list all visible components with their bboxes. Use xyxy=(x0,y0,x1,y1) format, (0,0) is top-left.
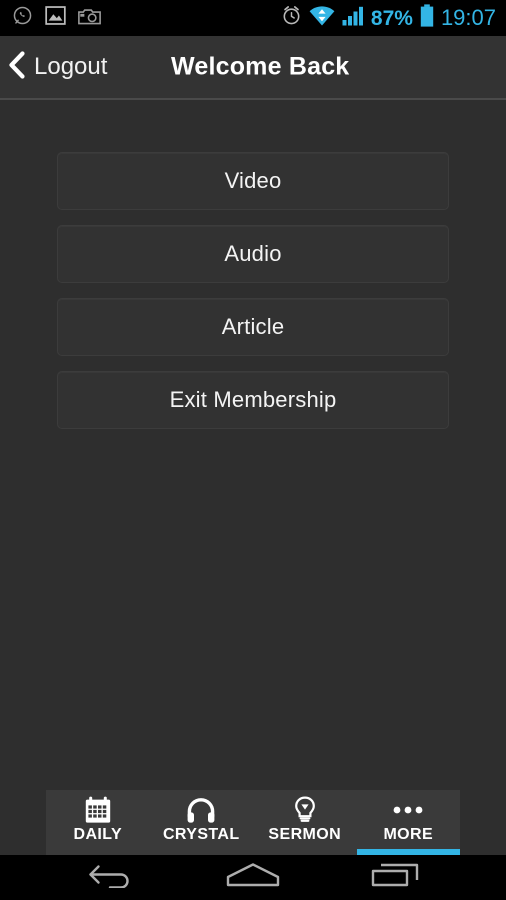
video-button-label: Video xyxy=(224,168,282,193)
bottom-tab-bar: DAILY CRYSTAL SERMON MORE xyxy=(46,790,460,855)
tab-sermon-label: SERMON xyxy=(268,826,342,843)
audio-button[interactable]: Audio xyxy=(57,225,449,283)
main-content: Video Audio Article Exit Membership xyxy=(0,100,506,770)
tab-daily-label: DAILY xyxy=(73,826,123,843)
logout-label: Logout xyxy=(34,53,108,80)
tab-crystal[interactable]: CRYSTAL xyxy=(150,790,254,855)
battery-full-icon xyxy=(420,4,434,32)
signal-bars-icon xyxy=(342,6,364,31)
exit-membership-button[interactable]: Exit Membership xyxy=(57,371,449,429)
nav-back-button[interactable] xyxy=(66,862,156,893)
status-bar-system: 87% 19:07 xyxy=(281,4,496,32)
gallery-icon xyxy=(45,6,66,30)
exit-membership-button-label: Exit Membership xyxy=(169,387,337,412)
battery-percent-label: 87% xyxy=(370,6,413,30)
status-bar: 87% 19:07 xyxy=(0,0,506,36)
membership-menu-list: Video Audio Article Exit Membership xyxy=(0,100,506,429)
page-title: Welcome Back xyxy=(171,52,350,81)
back-arrow-icon xyxy=(88,862,134,893)
nav-home-button[interactable] xyxy=(208,862,298,893)
recents-icon xyxy=(370,862,420,893)
tab-sermon[interactable]: SERMON xyxy=(253,790,357,855)
camera-icon xyxy=(78,7,101,30)
article-button-label: Article xyxy=(221,314,285,339)
lightbulb-icon xyxy=(293,795,317,825)
status-bar-notifications xyxy=(12,5,101,31)
nav-recents-button[interactable] xyxy=(350,862,440,893)
action-bar: Logout Welcome Back xyxy=(0,36,506,98)
video-button[interactable]: Video xyxy=(57,152,449,210)
more-dots-icon xyxy=(392,795,424,825)
home-icon xyxy=(225,862,281,893)
status-bar-clock: 19:07 xyxy=(440,5,496,30)
alarm-clock-icon xyxy=(281,5,302,31)
audio-button-label: Audio xyxy=(224,241,282,266)
chevron-left-icon xyxy=(8,50,25,84)
wifi-icon xyxy=(309,5,335,31)
android-navigation-bar xyxy=(0,855,506,900)
headphones-icon xyxy=(186,795,216,825)
article-button[interactable]: Article xyxy=(57,298,449,356)
tab-more[interactable]: MORE xyxy=(356,790,460,855)
calendar-icon xyxy=(84,795,112,825)
tab-more-label: MORE xyxy=(383,826,434,843)
logout-back-button[interactable]: Logout xyxy=(0,50,108,84)
tab-crystal-label: CRYSTAL xyxy=(162,826,240,843)
whatsapp-icon xyxy=(12,5,33,31)
phone-screen: 87% 19:07 Logout Welcome Back Video Audi… xyxy=(0,0,506,900)
tab-daily[interactable]: DAILY xyxy=(46,790,150,855)
